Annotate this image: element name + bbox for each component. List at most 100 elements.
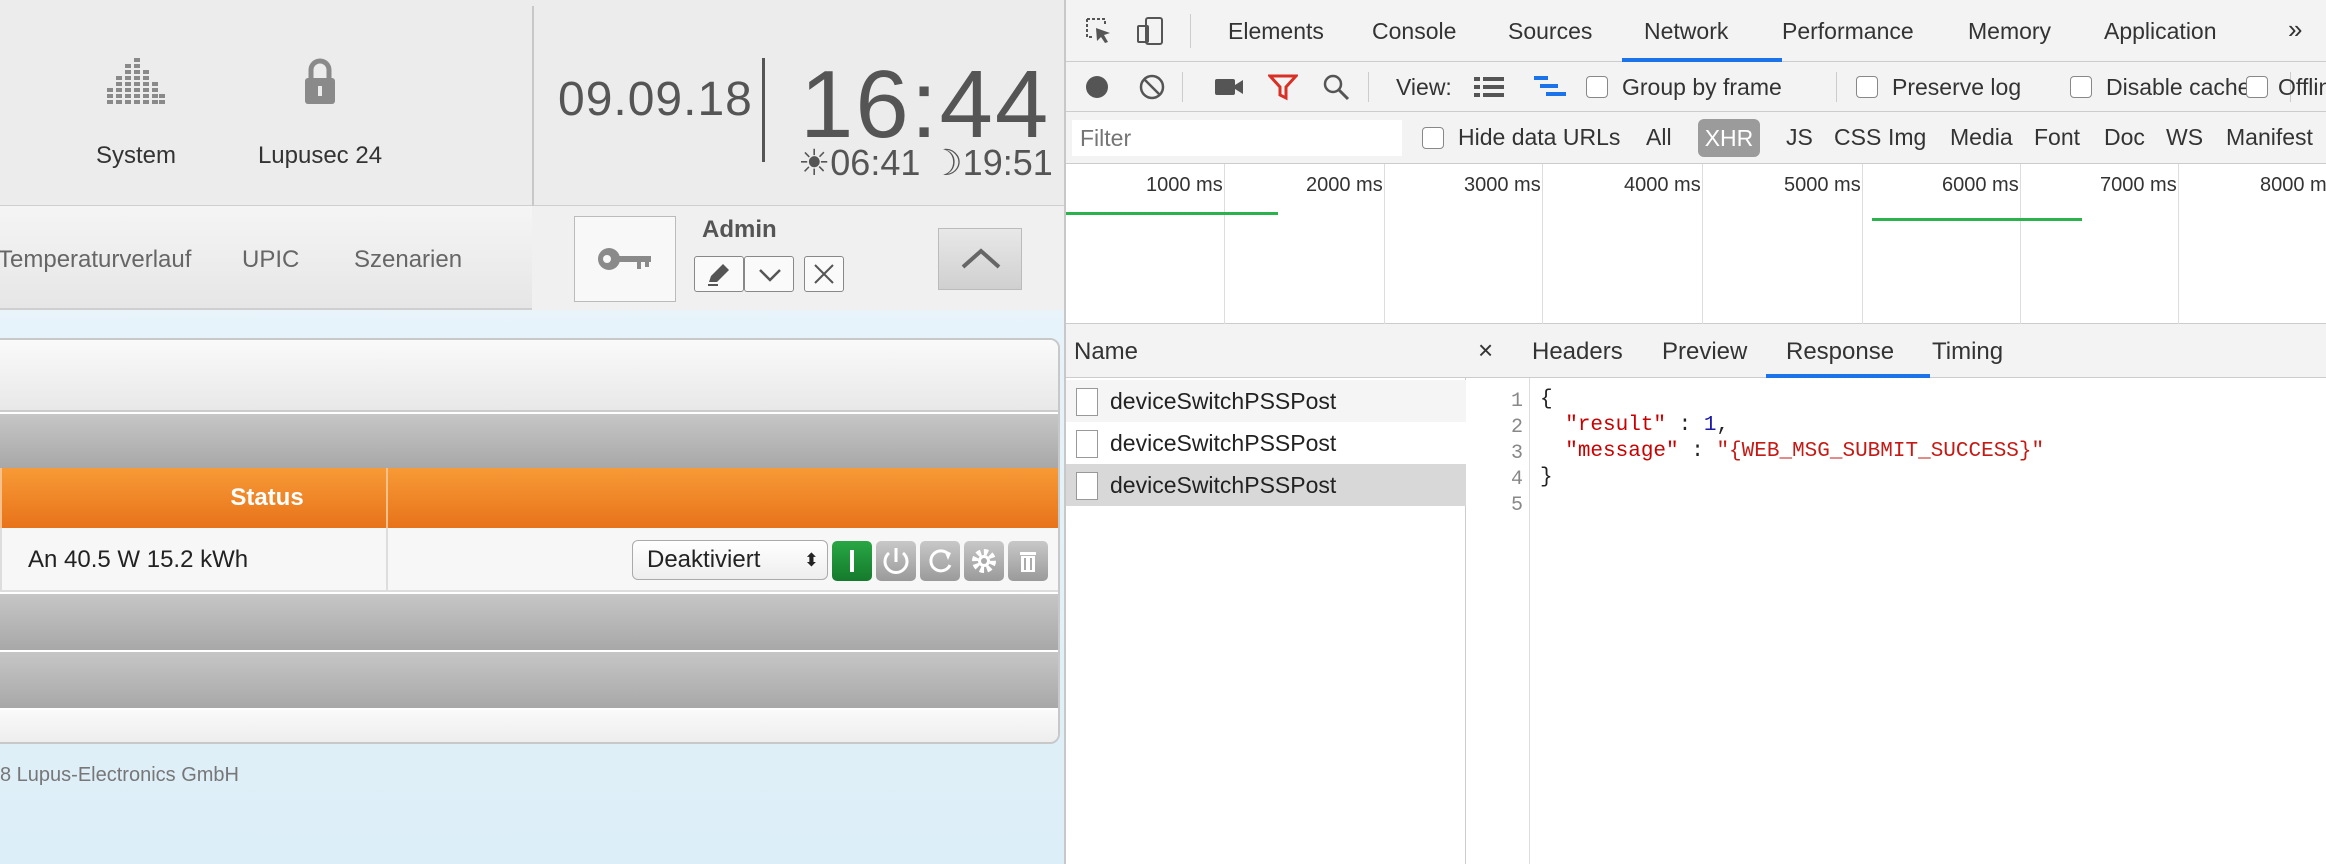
chevron-down-icon	[759, 269, 781, 282]
request-name: deviceSwitchPSSPost	[1110, 388, 1337, 414]
collapse-header-button[interactable]	[938, 228, 1022, 290]
filter-type-media[interactable]: Media	[1950, 124, 2013, 151]
filter-type-doc[interactable]: Doc	[2104, 124, 2145, 151]
column-divider	[0, 468, 2, 528]
filter-type-ws[interactable]: WS	[2166, 124, 2203, 151]
timeline-gridline	[2020, 164, 2021, 324]
tab-response[interactable]: Response	[1786, 338, 1894, 366]
section-bar	[0, 594, 1058, 650]
nav-item-settings[interactable]: g	[0, 0, 20, 206]
nav-item-label: Lupusec 24	[257, 142, 383, 169]
tab-headers[interactable]: Headers	[1532, 338, 1623, 366]
mode-select[interactable]: Deaktiviert ⬍	[632, 540, 828, 580]
request-list-header: Name	[1066, 324, 1466, 378]
hide-data-urls-checkbox[interactable]	[1422, 127, 1444, 149]
screenshot-camera-icon[interactable]	[1214, 76, 1244, 98]
tab-memory[interactable]: Memory	[1968, 18, 2051, 45]
settings-button[interactable]	[964, 541, 1004, 581]
date-display: 09.09.18	[558, 73, 753, 126]
hide-data-urls-label: Hide data URLs	[1458, 124, 1621, 150]
divider	[1182, 72, 1183, 102]
admin-name: Admin	[702, 216, 777, 243]
filter-type-font[interactable]: Font	[2034, 124, 2080, 151]
filter-icon[interactable]	[1268, 73, 1298, 101]
filter-type-manifest[interactable]: Manifest	[2226, 124, 2313, 151]
close-details-button[interactable]: ×	[1478, 335, 1493, 366]
filter-type-img[interactable]: Img	[1888, 124, 1926, 151]
filter-input[interactable]	[1072, 120, 1402, 156]
filter-type-js[interactable]: JS	[1786, 124, 1813, 151]
sun-times: ☀06:41 ☽19:51	[798, 142, 1053, 184]
code-line[interactable]: "result" : 1,	[1540, 414, 1729, 437]
request-list: Name deviceSwitchPSSPost deviceSwitchPSS…	[1066, 324, 1466, 864]
tab-sources[interactable]: Sources	[1508, 18, 1592, 45]
divider	[1190, 14, 1191, 48]
code-line[interactable]: }	[1540, 466, 1553, 489]
tab-console[interactable]: Console	[1372, 18, 1456, 45]
code-line[interactable]: "message" : "{WEB_MSG_SUBMIT_SUCCESS}"	[1540, 440, 2044, 463]
record-icon[interactable]	[1084, 74, 1110, 100]
nav-item-system[interactable]: System	[76, 0, 196, 206]
preserve-log-checkbox[interactable]	[1856, 76, 1878, 98]
line-number: 5	[1510, 494, 1523, 517]
user-avatar[interactable]	[574, 216, 676, 302]
waterfall-overview-icon[interactable]	[1534, 74, 1568, 100]
sunrise-time: 06:41	[830, 142, 921, 183]
inspect-element-icon[interactable]	[1084, 16, 1114, 46]
subtab-temperaturverlauf[interactable]: Temperaturverlauf	[0, 246, 191, 274]
request-details: × Headers Preview Response Timing 1 2 3 …	[1466, 324, 2326, 864]
tab-timing[interactable]: Timing	[1932, 338, 2003, 366]
divider	[762, 58, 765, 162]
lock-icon	[305, 58, 335, 104]
filter-type-all[interactable]: All	[1646, 124, 1672, 151]
user-menu-dropdown[interactable]	[744, 256, 794, 292]
refresh-button[interactable]	[920, 541, 960, 581]
devtools-panel: Elements Console Sources Network Perform…	[1064, 0, 2326, 864]
delete-button[interactable]	[1008, 541, 1048, 581]
timeline-label: 3000 ms	[1464, 174, 1541, 196]
tab-elements[interactable]: Elements	[1228, 18, 1324, 45]
sun-icon: ☀	[798, 142, 831, 183]
switch-on-button[interactable]	[832, 541, 872, 581]
logout-button[interactable]	[804, 256, 844, 292]
subtab-szenarien[interactable]: Szenarien	[354, 246, 462, 274]
tab-application[interactable]: Application	[2104, 18, 2217, 45]
request-row-selected[interactable]: deviceSwitchPSSPost	[1066, 464, 1466, 506]
code-line[interactable]: {	[1540, 388, 1553, 411]
large-rows-icon[interactable]	[1474, 75, 1504, 99]
filter-type-xhr[interactable]: XHR	[1698, 119, 1760, 157]
mode-select-value: Deaktiviert	[647, 546, 761, 573]
tab-performance[interactable]: Performance	[1782, 18, 1914, 45]
group-by-frame-checkbox[interactable]	[1586, 76, 1608, 98]
group-by-frame-label: Group by frame	[1622, 74, 1782, 100]
nav-item-lupusec24[interactable]: Lupusec 24	[244, 0, 396, 206]
section-bar	[0, 414, 1058, 468]
column-header-name[interactable]: Name	[1074, 338, 1138, 366]
sunset-time: 19:51	[962, 142, 1053, 183]
disable-cache-checkbox[interactable]	[2070, 76, 2092, 98]
network-timeline[interactable]: 1000 ms 2000 ms 3000 ms 4000 ms 5000 ms …	[1066, 164, 2326, 324]
power-on-icon	[850, 550, 854, 572]
subtab-upic[interactable]: UPIC	[242, 246, 299, 274]
more-tabs-button[interactable]: »	[2288, 14, 2302, 45]
switch-off-button[interactable]	[876, 541, 916, 581]
preserve-log-label: Preserve log	[1892, 74, 2022, 100]
request-name: deviceSwitchPSSPost	[1110, 472, 1337, 498]
pencil-icon	[708, 264, 729, 286]
chevron-up-icon	[961, 248, 1001, 269]
device-toolbar-icon[interactable]	[1136, 16, 1166, 46]
json-key: "message"	[1565, 440, 1679, 463]
request-row[interactable]: deviceSwitchPSSPost	[1066, 380, 1466, 422]
offline-checkbox[interactable]	[2246, 76, 2268, 98]
clear-icon[interactable]	[1138, 73, 1166, 101]
tab-preview[interactable]: Preview	[1662, 338, 1747, 366]
timeline-label: 6000 ms	[1942, 174, 2019, 196]
timeline-gridline	[1702, 164, 1703, 324]
select-arrows-icon: ⬍	[803, 550, 819, 570]
request-name: deviceSwitchPSSPost	[1110, 430, 1337, 456]
tab-network[interactable]: Network	[1644, 18, 1728, 45]
filter-type-css[interactable]: CSS	[1834, 124, 1881, 151]
request-row[interactable]: deviceSwitchPSSPost	[1066, 422, 1466, 464]
edit-user-button[interactable]	[694, 256, 744, 292]
search-icon[interactable]	[1322, 73, 1350, 101]
